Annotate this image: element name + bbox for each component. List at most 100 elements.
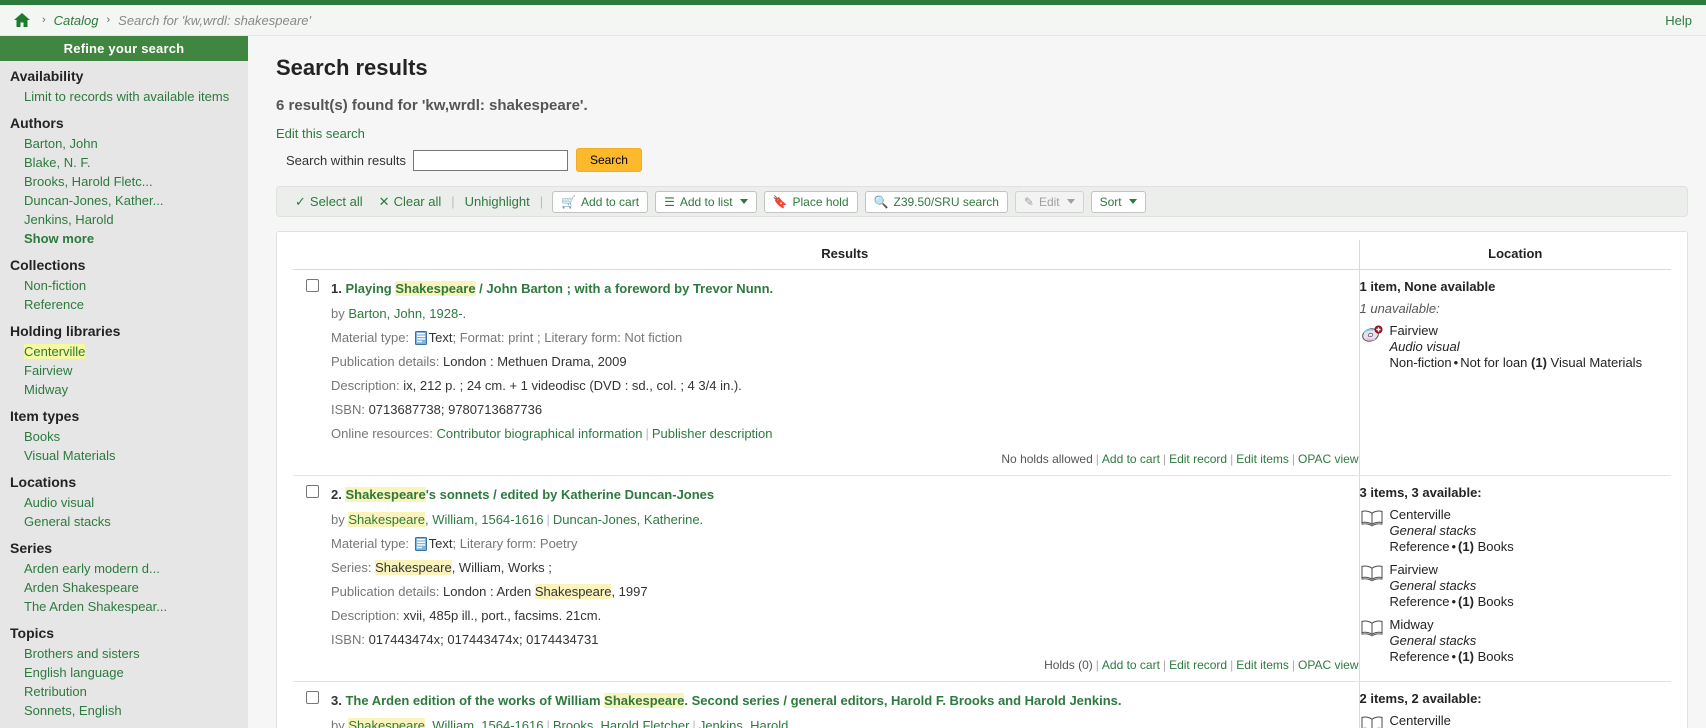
location-callnumber: Reference • (1) Books bbox=[1389, 649, 1514, 664]
field-value-tail: ; Format: print ; Literary form: Not fic… bbox=[452, 330, 683, 345]
action-opac-view[interactable]: OPAC view bbox=[1298, 658, 1358, 672]
facet-link-jenkins-harold[interactable]: Jenkins, Harold bbox=[24, 212, 114, 227]
record-checkbox[interactable] bbox=[305, 485, 319, 498]
facet-link-general-stacks[interactable]: General stacks bbox=[24, 514, 111, 529]
facet-link-reference[interactable]: Reference bbox=[24, 297, 84, 312]
action-add-to-cart[interactable]: Add to cart bbox=[1102, 452, 1160, 466]
action-separator: | bbox=[1291, 452, 1296, 466]
facet-link-barton-john[interactable]: Barton, John bbox=[24, 136, 98, 151]
search-within-input[interactable] bbox=[412, 149, 568, 171]
record-title-line: 3. The Arden edition of the works of Wil… bbox=[331, 691, 1359, 710]
action-separator: | bbox=[1095, 452, 1099, 466]
facet-link-blake-n-f[interactable]: Blake, N. F. bbox=[24, 155, 90, 170]
by-label: by bbox=[331, 512, 349, 527]
search-within-button[interactable]: Search bbox=[575, 148, 642, 172]
facet-link-visual-materials[interactable]: Visual Materials bbox=[24, 448, 116, 463]
action-opac-view[interactable]: OPAC view bbox=[1298, 452, 1358, 466]
location-item-icon bbox=[1360, 507, 1390, 555]
place-hold-button[interactable]: 🔖 Place hold bbox=[763, 190, 858, 213]
add-to-list-button[interactable]: ☰ Add to list bbox=[655, 190, 757, 213]
record-field-line: Publication details: London : Arden Shak… bbox=[331, 583, 1359, 600]
record-checkbox[interactable] bbox=[305, 691, 319, 704]
location-item-icon bbox=[1360, 562, 1390, 610]
action-add-to-cart[interactable]: Add to cart bbox=[1102, 658, 1160, 672]
action-edit-record[interactable]: Edit record bbox=[1169, 452, 1227, 466]
facet-link-non-fiction[interactable]: Non-fiction bbox=[24, 278, 86, 293]
author-link[interactable]: Jenkins, Harold. bbox=[699, 718, 792, 728]
location-item-count: (1) bbox=[1458, 539, 1474, 554]
record-checkbox[interactable] bbox=[305, 279, 319, 292]
facet-list-item: Reference bbox=[0, 295, 248, 314]
facet-link-books[interactable]: Books bbox=[24, 429, 60, 444]
facet-link-midway[interactable]: Midway bbox=[24, 382, 68, 397]
breadcrumb-current: Search for 'kw,wrdl: shakespeare' bbox=[118, 12, 311, 28]
action-edit-items[interactable]: Edit items bbox=[1236, 452, 1289, 466]
add-to-cart-button[interactable]: 🛒 Add to cart bbox=[552, 190, 649, 213]
facet-group-series: Series Arden early modern d... Arden Shake… bbox=[0, 533, 248, 618]
table-row: 3. The Arden edition of the works of Wil… bbox=[293, 681, 1671, 728]
results-panel: Results Location 1. Playing Shakespeare … bbox=[276, 231, 1688, 728]
facet-link-brooks-harold-fletc[interactable]: Brooks, Harold Fletc... bbox=[24, 174, 153, 189]
list-icon: ☰ bbox=[664, 194, 675, 209]
facet-link-audio-visual[interactable]: Audio visual bbox=[24, 495, 94, 510]
facet-link-english-language[interactable]: English language bbox=[24, 665, 124, 680]
online-resource-link[interactable]: Contributor biographical information bbox=[437, 426, 643, 441]
action-edit-record[interactable]: Edit record bbox=[1169, 658, 1227, 672]
record-title-link[interactable]: Shakespeare's sonnets / edited by Kather… bbox=[345, 487, 714, 502]
chevron-down-icon bbox=[1066, 199, 1075, 204]
facet-list: Barton, John Blake, N. F. Brooks, Harold F… bbox=[0, 134, 248, 250]
help-link[interactable]: Help bbox=[1665, 13, 1692, 28]
z3950-search-button[interactable]: 🔍 Z39.50/SRU search bbox=[864, 190, 1008, 213]
facet-link-brothers-and-sisters[interactable]: Brothers and sisters bbox=[24, 646, 140, 661]
edit-this-search-link[interactable]: Edit this search bbox=[276, 126, 365, 141]
clear-all-button[interactable]: ✕ Clear all bbox=[371, 194, 450, 209]
online-resource-link[interactable]: Publisher description bbox=[652, 426, 773, 441]
facet-list: Books Visual Materials bbox=[0, 427, 248, 467]
book-icon bbox=[1360, 565, 1384, 585]
facet-link-fairview[interactable]: Fairview bbox=[24, 363, 72, 378]
facet-link-arden-shakespeare[interactable]: Arden Shakespeare bbox=[24, 580, 139, 595]
facet-link-the-arden-shakespear[interactable]: The Arden Shakespear... bbox=[24, 599, 167, 614]
record-authors-line: by Shakespeare, William, 1564-1616 | Brook… bbox=[331, 717, 1359, 728]
unhighlight-button[interactable]: Unhighlight bbox=[457, 194, 538, 209]
author-link[interactable]: Duncan-Jones, Katherine. bbox=[553, 512, 703, 527]
facet-list: Brothers and sisters English language Retr… bbox=[0, 644, 248, 722]
facet-list-item: Duncan-Jones, Kather... bbox=[0, 191, 248, 210]
facet-link-show-more[interactable]: Show more bbox=[24, 231, 94, 246]
record-field-line: Series: Shakespeare, William, Works ; bbox=[331, 559, 1359, 576]
facet-list-item: Books bbox=[0, 427, 248, 446]
facet-heading: Series bbox=[10, 540, 53, 556]
home-icon[interactable] bbox=[14, 13, 30, 27]
action-edit-items[interactable]: Edit items bbox=[1236, 658, 1289, 672]
sort-button[interactable]: Sort bbox=[1090, 190, 1146, 213]
breadcrumb-catalog-link[interactable]: Catalog bbox=[54, 13, 99, 28]
location-itemtype: Books bbox=[1477, 649, 1514, 664]
select-all-button[interactable]: ✓ Select all bbox=[287, 194, 371, 209]
record-title-link[interactable]: Playing Shakespeare / John Barton ; with… bbox=[345, 281, 773, 296]
edit-button[interactable]: ✎ Edit bbox=[1014, 190, 1084, 213]
record-title-link[interactable]: The Arden edition of the works of Willia… bbox=[345, 693, 1121, 708]
record-hold-status: No holds allowed bbox=[1001, 452, 1093, 466]
location-item: Fairview General stacks Reference • (1) Book… bbox=[1360, 562, 1672, 610]
text-material-icon bbox=[414, 537, 427, 551]
author-link[interactable]: Barton, John, 1928-. bbox=[348, 306, 466, 321]
facet-list-item: Sonnets, English bbox=[0, 701, 248, 720]
record-field-line: Material type: Text; Literary form: Poet… bbox=[331, 535, 1359, 552]
author-link[interactable]: Brooks, Harold Fletcher bbox=[553, 718, 690, 728]
facet-link-limit-to-records-with-available-items[interactable]: Limit to records with available items bbox=[24, 89, 229, 104]
search-term-highlight: Shakespeare bbox=[375, 560, 452, 575]
author-link[interactable]: Shakespeare, William, 1564-1616 bbox=[348, 512, 543, 527]
place-hold-label: Place hold bbox=[792, 194, 849, 209]
facet-link-sonnets-english[interactable]: Sonnets, English bbox=[24, 703, 122, 718]
refine-search-title: Refine your search bbox=[0, 36, 248, 61]
author-separator: | bbox=[546, 718, 550, 728]
location-item-count: (1) bbox=[1458, 594, 1474, 609]
facet-link-arden-early-modern-d[interactable]: Arden early modern d... bbox=[24, 561, 160, 576]
facet-link-duncan-jones-kather[interactable]: Duncan-Jones, Kather... bbox=[24, 193, 163, 208]
facet-link-retribution[interactable]: Retribution bbox=[24, 684, 87, 699]
add-to-list-label: Add to list bbox=[679, 194, 733, 209]
facet-link-centerville[interactable]: Centerville bbox=[24, 344, 86, 359]
facet-group-topics: Topics Brothers and sisters English langua… bbox=[0, 618, 248, 722]
book-icon bbox=[1360, 620, 1384, 640]
author-link[interactable]: Shakespeare, William, 1564-1616 bbox=[348, 718, 543, 728]
